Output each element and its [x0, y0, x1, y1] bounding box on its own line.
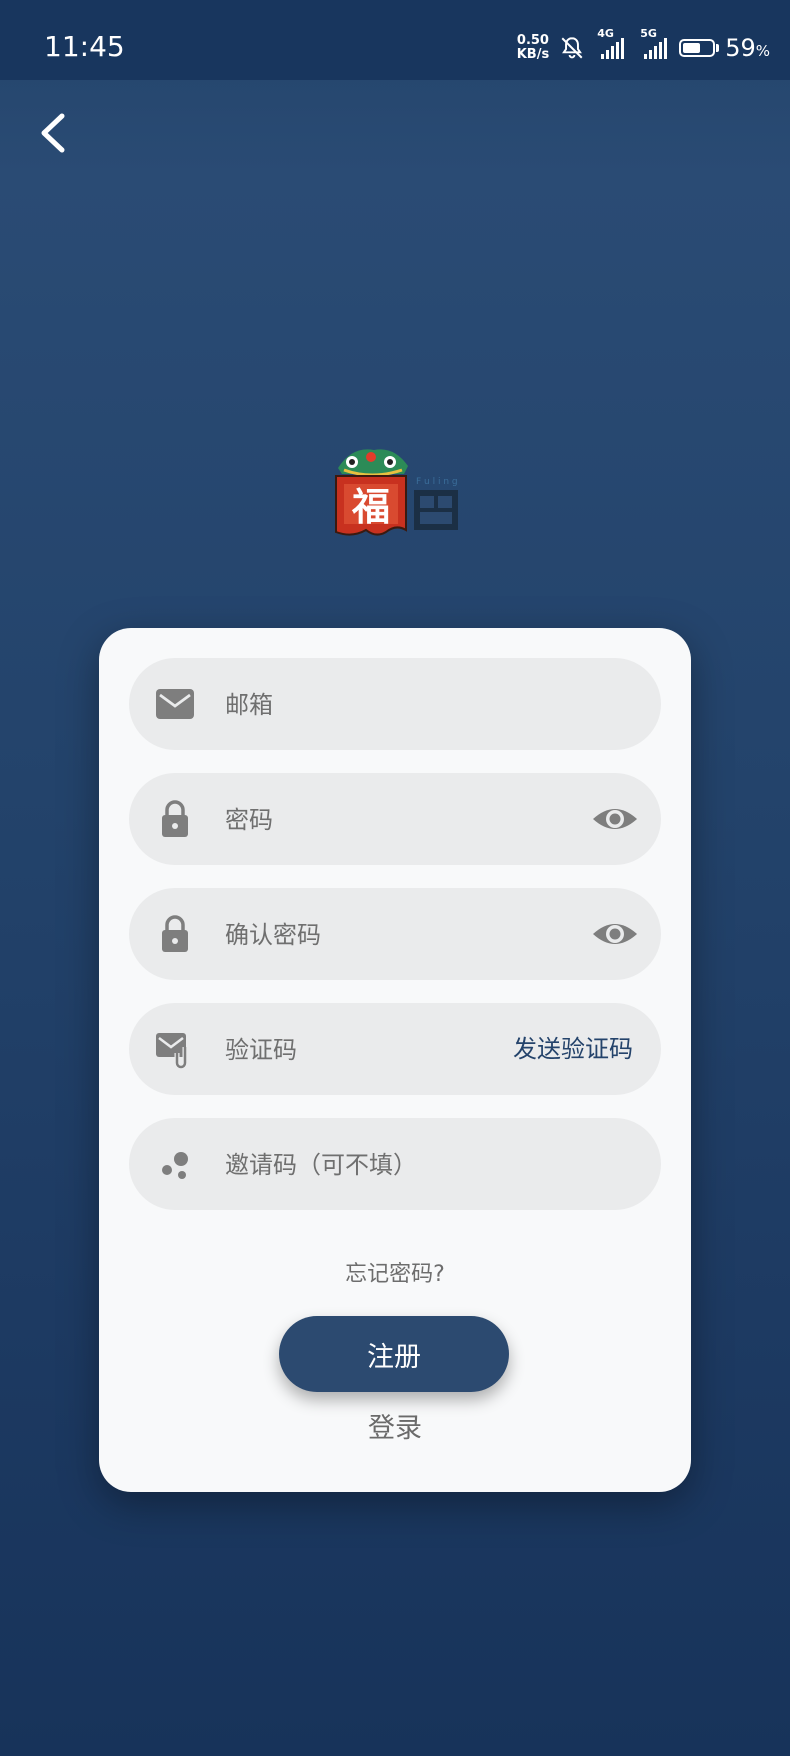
- email-input[interactable]: [223, 658, 527, 752]
- battery-percent: 59%: [725, 34, 770, 62]
- dots-icon: [162, 1152, 188, 1179]
- status-bar: 11:45 0.50 KB/s 4G 5G 59%: [0, 0, 790, 80]
- svg-text:福: 福: [351, 485, 390, 529]
- back-button[interactable]: [30, 108, 80, 158]
- confirm-password-input[interactable]: [223, 888, 527, 982]
- password-field: [129, 773, 661, 867]
- verification-code-field: 发送验证码: [129, 1003, 661, 1097]
- app-logo: 福 F u l i n g: [332, 446, 462, 542]
- eye-icon[interactable]: [591, 797, 639, 841]
- invite-code-input[interactable]: [223, 1118, 527, 1212]
- network-speed-value: 0.50: [516, 33, 549, 48]
- lock-icon: [162, 915, 188, 952]
- register-card: 发送验证码 忘记密码? 注册 登录: [99, 628, 691, 1492]
- network-speed: 0.50 KB/s: [517, 34, 549, 62]
- login-link[interactable]: 登录: [99, 1406, 691, 1445]
- battery-indicator: 59%: [679, 34, 770, 62]
- email-field: [129, 658, 661, 752]
- lock-icon: [162, 800, 188, 837]
- svg-text:F u l i n g: F u l i n g: [416, 477, 458, 487]
- password-input[interactable]: [223, 773, 527, 867]
- invite-code-field: [129, 1118, 661, 1212]
- status-time: 11:45: [44, 30, 125, 63]
- register-button[interactable]: 注册: [279, 1316, 509, 1392]
- bell-muted-icon: [561, 37, 583, 59]
- status-icons: 0.50 KB/s 4G 5G 59%: [517, 27, 770, 64]
- battery-icon: [679, 39, 716, 57]
- back-arrow-icon: [41, 113, 65, 153]
- signal-4g-label: 4G: [597, 27, 614, 40]
- eye-icon[interactable]: [591, 912, 639, 956]
- send-code-button[interactable]: 发送验证码: [513, 1003, 633, 1095]
- network-speed-unit: KB/s: [516, 47, 550, 62]
- envelope-icon: [156, 689, 194, 719]
- signal-4g-icon: 4G: [597, 27, 625, 59]
- signal-5g-icon: 5G: [640, 27, 668, 59]
- mail-attachment-icon: [156, 1033, 188, 1069]
- forgot-password-link[interactable]: 忘记密码?: [99, 1256, 691, 1288]
- confirm-password-field: [129, 888, 661, 982]
- signal-5g-label: 5G: [640, 27, 657, 40]
- verification-code-input[interactable]: [223, 1003, 527, 1097]
